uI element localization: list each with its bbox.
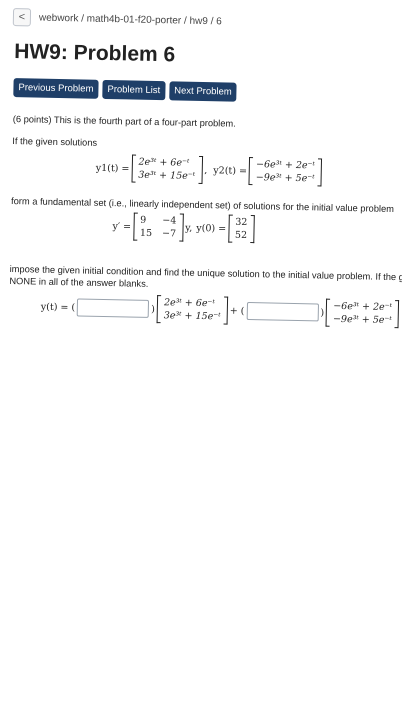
- coefficient-matrix: 9 −4 15 −7: [132, 212, 184, 242]
- breadcrumb: < webwork / math4b-01-f20-porter / hw9 /…: [12, 8, 222, 30]
- given-solutions: y1(t) = 2e³ᵗ + 6e⁻ᵗ 3e³ᵗ + 15e⁻ᵗ , y2(t)…: [96, 154, 325, 187]
- matrix-a12: −4: [162, 215, 177, 227]
- answer-close-2: ): [320, 307, 325, 319]
- ivp: y′ = 9 −4 15 −7 y, y(0) = 32 52: [112, 212, 256, 244]
- y0-top: 32: [235, 216, 248, 228]
- y1-label: y1(t) =: [95, 162, 130, 174]
- fundamental-text: form a fundamental set (i.e., linearly i…: [10, 196, 395, 215]
- y2-vector: −6e³ᵗ + 2e⁻ᵗ −9e³ᵗ + 5e⁻ᵗ: [248, 156, 323, 187]
- coefficient-c1-input[interactable]: [76, 298, 150, 318]
- answer-y1-vector: 2e³ᵗ + 6e⁻ᵗ 3e³ᵗ + 15e⁻ᵗ: [156, 295, 229, 325]
- plus-sign: + (: [229, 305, 245, 317]
- problem-list-button[interactable]: Problem List: [102, 79, 166, 101]
- y1-top: 2e³ᵗ + 6e⁻ᵗ: [138, 156, 190, 169]
- back-button[interactable]: <: [12, 8, 32, 27]
- y1-bottom: 3e³ᵗ + 15e⁻ᵗ: [138, 169, 196, 182]
- ivp-lhs: y′ =: [112, 220, 132, 233]
- webwork-page: < webwork / math4b-01-f20-porter / hw9 /…: [0, 0, 402, 704]
- ivp-mid: y,: [185, 222, 193, 234]
- answer-close-1: ): [151, 303, 155, 315]
- breadcrumb-path[interactable]: webwork / math4b-01-f20-porter / hw9 / 6: [39, 12, 222, 27]
- page-title: HW9: Problem 6: [13, 40, 176, 67]
- points-text: (6 points) This is the fourth part of a …: [12, 114, 236, 129]
- next-problem-button[interactable]: Next Problem: [169, 81, 237, 102]
- answer-y1-top: 2e³ᵗ + 6e⁻ᵗ: [163, 297, 215, 310]
- answer-y2-bottom: −9e³ᵗ + 5e⁻ᵗ: [332, 313, 392, 327]
- impose-text-line2: NONE in all of the answer blanks.: [9, 275, 149, 289]
- matrix-a22: −7: [161, 228, 177, 240]
- matrix-a21: 15: [139, 227, 153, 239]
- intro-text: If the given solutions: [12, 136, 98, 148]
- answer-y2-top: −6e³ᵗ + 2e⁻ᵗ: [333, 300, 393, 314]
- previous-problem-button[interactable]: Previous Problem: [13, 78, 99, 99]
- matrix-a11: 9: [140, 214, 147, 226]
- y1-vector: 2e³ᵗ + 6e⁻ᵗ 3e³ᵗ + 15e⁻ᵗ: [131, 154, 203, 185]
- coefficient-c2-input[interactable]: [246, 301, 319, 322]
- answer-row: y(t) = ( ) 2e³ᵗ + 6e⁻ᵗ 3e³ᵗ + 15e⁻ᵗ + ( …: [41, 293, 402, 329]
- y0-vector: 32 52: [227, 214, 255, 244]
- y2-bottom: −9e³ᵗ + 5e⁻ᵗ: [255, 172, 315, 185]
- answer-label: y(t) = (: [40, 301, 76, 313]
- y0-label: y(0) =: [196, 222, 227, 235]
- answer-y2-vector: −6e³ᵗ + 2e⁻ᵗ −9e³ᵗ + 5e⁻ᵗ: [325, 298, 400, 329]
- y2-label: y2(t) =: [213, 164, 248, 177]
- y0-bottom: 52: [234, 229, 248, 241]
- problem-nav: Previous Problem Problem List Next Probl…: [13, 78, 237, 102]
- answer-y1-bottom: 3e³ᵗ + 15e⁻ᵗ: [163, 310, 221, 323]
- y2-top: −6e³ᵗ + 2e⁻ᵗ: [255, 159, 316, 172]
